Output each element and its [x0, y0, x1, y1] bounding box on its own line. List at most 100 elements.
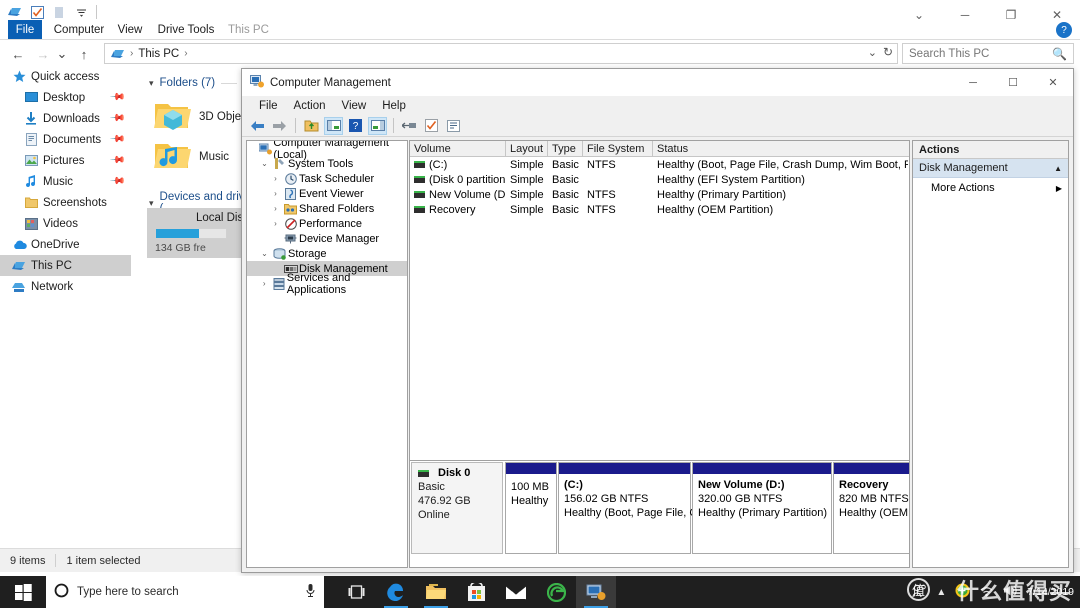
recent-locations-button[interactable]: ⌄: [55, 44, 69, 64]
disk-header-disk-0[interactable]: Disk 0 Basic 476.92 GB Online: [411, 462, 503, 554]
network-tray-icon[interactable]: [979, 584, 994, 600]
address-dropdown-icon[interactable]: ⌄: [868, 46, 877, 59]
customize-icon[interactable]: [72, 3, 90, 21]
properties-icon[interactable]: [444, 117, 463, 135]
volume-row[interactable]: (Disk 0 partition 1)SimpleBasicHealthy (…: [410, 172, 909, 187]
tree-item-task-scheduler[interactable]: ›Task Scheduler: [247, 171, 407, 186]
menu-item-view[interactable]: View: [335, 98, 374, 114]
column-header-status[interactable]: Status: [653, 141, 908, 157]
column-header-type[interactable]: Type: [548, 141, 583, 157]
forward-button[interactable]: →: [33, 44, 53, 64]
pin-icon[interactable]: 📌: [108, 131, 125, 148]
task-view-icon[interactable]: [336, 576, 376, 608]
sidebar-item-videos[interactable]: Videos: [0, 213, 131, 234]
column-header-file-system[interactable]: File System: [583, 141, 653, 157]
partition-d[interactable]: New Volume (D:) 320.00 GB NTFS Healthy (…: [692, 462, 832, 554]
back-icon[interactable]: [248, 117, 267, 135]
search-input[interactable]: Type here to search: [46, 576, 324, 608]
tree-item-services-and-applications[interactable]: ›Services and Applications: [247, 276, 407, 291]
volume-row[interactable]: RecoverySimpleBasicNTFSHealthy (OEM Part…: [410, 202, 909, 217]
explorer-icon[interactable]: [6, 3, 24, 21]
sidebar-item-this-pc[interactable]: This PC: [0, 255, 131, 276]
menu-item-file[interactable]: File: [252, 98, 285, 114]
tab-file[interactable]: File: [8, 20, 42, 39]
tree-item-storage[interactable]: ⌄Storage: [247, 246, 407, 261]
export-list-icon[interactable]: [400, 117, 419, 135]
address-bar[interactable]: › 3D Objects This PC › ⌄ ↻: [104, 43, 898, 64]
tree-item-performance[interactable]: ›Performance: [247, 216, 407, 231]
cm-minimize-button[interactable]: ─: [953, 69, 993, 96]
sidebar-item-network[interactable]: Network: [0, 276, 131, 297]
tree-twisty[interactable]: ›: [258, 279, 270, 288]
cm-maximize-button[interactable]: ☐: [993, 69, 1033, 96]
tab-computer[interactable]: Computer: [48, 20, 110, 39]
sidebar-item-downloads[interactable]: Downloads📌: [0, 108, 131, 129]
chevron-up-icon[interactable]: ▲: [1054, 164, 1062, 173]
pin-icon[interactable]: 📌: [108, 110, 125, 127]
tree-item-computer-management-local[interactable]: Computer Management (Local): [247, 141, 407, 156]
people-icon[interactable]: [912, 584, 927, 601]
pin-icon[interactable]: 📌: [108, 89, 125, 106]
show-hide-action-pane-icon[interactable]: [368, 117, 387, 135]
action-more-actions[interactable]: More Actions ▶: [913, 178, 1068, 198]
clock[interactable]: 7/14/2019: [1027, 586, 1074, 598]
tree-item-shared-folders[interactable]: ›Shared Folders: [247, 201, 407, 216]
edge-icon[interactable]: [376, 576, 416, 608]
tab-view[interactable]: View: [112, 20, 148, 39]
up-folder-icon[interactable]: [302, 117, 321, 135]
file-explorer-icon[interactable]: [416, 576, 456, 608]
forward-icon[interactable]: [270, 117, 289, 135]
sidebar-item-onedrive[interactable]: OneDrive: [0, 234, 131, 255]
security-icon[interactable]: [955, 583, 970, 601]
search-input[interactable]: Search This PC 🔍: [902, 43, 1074, 64]
sidebar-item-documents[interactable]: Documents📌: [0, 129, 131, 150]
show-hidden-icons-chevron[interactable]: ▲: [936, 587, 946, 598]
help-icon[interactable]: ?: [346, 117, 365, 135]
sidebar-item-screenshots[interactable]: Screenshots: [0, 192, 131, 213]
microsoft-store-icon[interactable]: [456, 576, 496, 608]
properties-icon[interactable]: [28, 3, 46, 21]
browser-icon[interactable]: [536, 576, 576, 608]
column-header-layout[interactable]: Layout: [506, 141, 548, 157]
back-button[interactable]: ←: [8, 44, 28, 64]
volume-tray-icon[interactable]: [1003, 584, 1018, 600]
tree-twisty[interactable]: ›: [269, 219, 282, 228]
actions-section-disk-management[interactable]: Disk Management ▲: [913, 159, 1068, 178]
column-header-volume[interactable]: Volume: [410, 141, 506, 157]
partition-c[interactable]: (C:) 156.02 GB NTFS Healthy (Boot, Page …: [558, 462, 691, 554]
up-button[interactable]: ↑: [74, 44, 94, 64]
help-icon[interactable]: ?: [1056, 22, 1072, 38]
tree-twisty[interactable]: ›: [269, 204, 282, 213]
tree-twisty[interactable]: ›: [269, 189, 282, 198]
partition-recovery[interactable]: Recovery 820 MB NTFS Healthy (OEM: [833, 462, 910, 554]
folder-tile-music[interactable]: Music: [153, 138, 229, 175]
microphone-icon[interactable]: [305, 583, 316, 601]
mail-icon[interactable]: [496, 576, 536, 608]
refresh-icon[interactable]: ↻: [883, 45, 893, 59]
partition-efi[interactable]: 100 MB Healthy: [505, 462, 557, 554]
tab-drive-tools[interactable]: Drive Tools: [149, 20, 223, 39]
computer-management-taskbar-icon[interactable]: [576, 576, 616, 608]
menu-item-help[interactable]: Help: [375, 98, 413, 114]
tree-item-event-viewer[interactable]: ›Event Viewer: [247, 186, 407, 201]
sidebar-item-pictures[interactable]: Pictures📌: [0, 150, 131, 171]
sidebar-item-music[interactable]: Music📌: [0, 171, 131, 192]
sidebar-item-quick-access[interactable]: Quick access: [0, 66, 131, 87]
pin-icon[interactable]: 📌: [108, 173, 125, 190]
cm-close-button[interactable]: ✕: [1033, 69, 1073, 96]
windows-start-icon[interactable]: [0, 576, 46, 608]
refresh-icon[interactable]: [422, 117, 441, 135]
volume-row[interactable]: (C:)SimpleBasicNTFSHealthy (Boot, Page F…: [410, 157, 909, 172]
tree-item-device-manager[interactable]: Device Manager: [247, 231, 407, 246]
sidebar-item-desktop[interactable]: Desktop📌: [0, 87, 131, 108]
tree-twisty[interactable]: ⌄: [258, 159, 271, 168]
new-folder-icon[interactable]: [50, 3, 68, 21]
pin-icon[interactable]: 📌: [108, 152, 125, 169]
breadcrumb[interactable]: This PC: [138, 48, 179, 60]
show-hide-console-tree-icon[interactable]: [324, 117, 343, 135]
volume-row[interactable]: New Volume (D:)SimpleBasicNTFSHealthy (P…: [410, 187, 909, 202]
group-header-folders[interactable]: ▾ Folders (7): [139, 77, 249, 89]
menu-item-action[interactable]: Action: [287, 98, 333, 114]
tree-twisty[interactable]: ›: [269, 174, 282, 183]
tree-twisty[interactable]: ⌄: [258, 249, 271, 258]
